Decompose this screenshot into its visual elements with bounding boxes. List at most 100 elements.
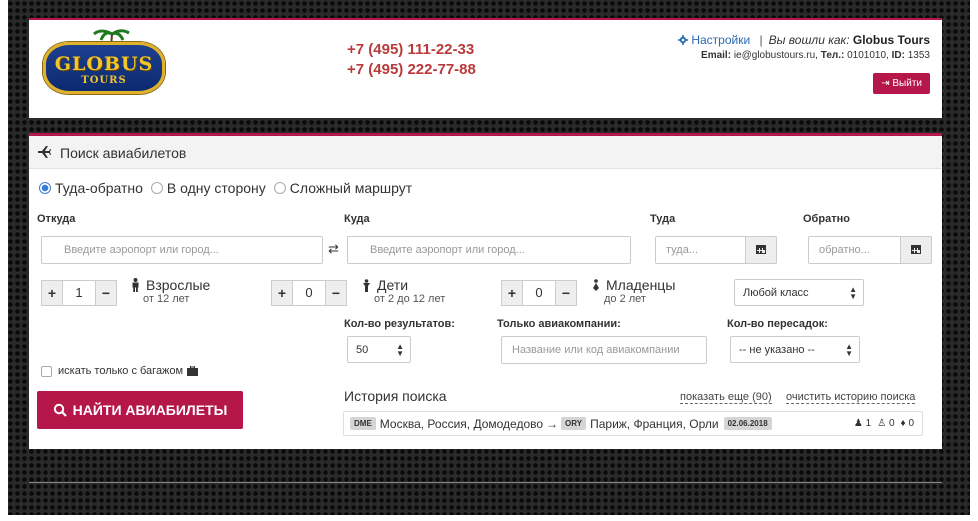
depart-calendar-button[interactable] xyxy=(745,236,777,264)
logout-icon: ⇥ xyxy=(881,78,890,89)
phone-numbers: +7 (495) 111-22-33 +7 (495) 222-77-88 xyxy=(347,40,476,80)
depart-date-input[interactable]: туда... xyxy=(655,236,777,264)
trip-type-label: Туда-обратно xyxy=(55,180,143,196)
to-name: Париж, Франция, Орли xyxy=(590,416,719,431)
infants-decrement-button[interactable]: − xyxy=(555,280,577,306)
history-item[interactable]: DME Москва, Россия, Домодедово → ORY Пар… xyxy=(343,411,923,436)
trip-type-label: В одну сторону xyxy=(166,180,266,196)
logo-title: GLOBUS xyxy=(54,53,154,75)
separator: | xyxy=(759,33,763,47)
children-stepper: + 0 − xyxy=(271,280,347,306)
logout-button[interactable]: ⇥ Выйти xyxy=(873,73,930,94)
baggage-label: искать только с багажом xyxy=(58,365,184,377)
children-increment-button[interactable]: + xyxy=(271,280,293,306)
swap-icon[interactable]: ⇄ xyxy=(328,241,339,257)
logo[interactable]: GLOBUS TOURS xyxy=(39,28,169,102)
trip-type-roundtrip[interactable]: Туда-обратно xyxy=(39,180,143,196)
radio-roundtrip[interactable] xyxy=(39,182,51,194)
airlines-input[interactable]: Название или код авиакомпании xyxy=(501,336,707,364)
frame-bottom xyxy=(0,515,978,521)
gear-icon xyxy=(677,35,688,45)
settings-link[interactable]: Настройки xyxy=(677,33,754,47)
frame-right xyxy=(970,0,978,521)
infants-info: Младенцы до 2 лет xyxy=(592,277,675,305)
search-title: Поиск авиабилетов xyxy=(60,145,187,161)
return-calendar-button[interactable] xyxy=(900,236,932,264)
radio-multicity[interactable] xyxy=(273,182,286,194)
select-arrows-icon: ▲ ▼ xyxy=(849,285,857,301)
adults-age: от 12 лет xyxy=(143,293,190,305)
phone-1: +7 (495) 111-22-33 xyxy=(347,41,475,58)
trip-type-group: Туда-обратно В одну сторону Сложный марш… xyxy=(39,180,420,196)
transfers-value: -- не указано -- xyxy=(739,344,815,356)
trip-type-multicity[interactable]: Сложный маршрут xyxy=(273,180,412,196)
flight-search-panel: Поиск авиабилетов Туда-обратно В одну ст… xyxy=(29,133,942,449)
from-code-badge: DME xyxy=(350,417,376,430)
children-name: Дети xyxy=(362,277,445,293)
results-count-value: 50 xyxy=(356,344,369,356)
infants-increment-button[interactable]: + xyxy=(501,280,523,306)
child-icon xyxy=(363,278,370,292)
account-panel: Настройки | Вы вошли как: Globus Tours Em… xyxy=(677,32,930,94)
infants-age: до 2 лет xyxy=(604,293,646,305)
logout-label: Выйти xyxy=(892,78,922,89)
select-arrows-icon: ▲ ▼ xyxy=(396,342,404,358)
from-input[interactable]: Введите аэропорт или город... xyxy=(41,236,323,264)
results-count-select[interactable]: 50 ▲ ▼ xyxy=(347,336,411,363)
adults-stepper: + 1 − xyxy=(41,280,117,306)
show-more-link[interactable]: показать еще (90) xyxy=(680,391,772,404)
calendar-icon xyxy=(756,245,766,254)
children-count[interactable]: 0 xyxy=(293,280,325,306)
header: GLOBUS TOURS +7 (495) 111-22-33 +7 (495)… xyxy=(29,18,942,118)
clear-history-link[interactable]: очистить историю поиска xyxy=(786,391,916,404)
account-line: Настройки | Вы вошли как: Globus Tours xyxy=(677,32,930,48)
results-label: Кол-во результатов: xyxy=(344,318,455,330)
history-passengers: ♟ 1 ♙ 0 ♦ 0 xyxy=(854,418,914,429)
history-infants-count: 0 xyxy=(908,418,914,429)
history-adults-count: 1 xyxy=(865,418,872,429)
infants-name: Младенцы xyxy=(592,277,675,293)
history-title: История поиска xyxy=(344,388,447,404)
from-name: Москва, Россия, Домодедово xyxy=(379,416,544,431)
class-select[interactable]: Любой класс ▲ ▼ xyxy=(734,279,864,306)
baggage-checkbox[interactable] xyxy=(41,365,52,377)
history-children-count: 0 xyxy=(888,418,895,429)
adults-decrement-button[interactable]: − xyxy=(95,280,117,306)
trip-type-oneway[interactable]: В одну сторону xyxy=(150,180,266,196)
settings-label: Настройки xyxy=(691,33,751,47)
adults-increment-button[interactable]: + xyxy=(41,280,63,306)
find-flights-label: НАЙТИ АВИАБИЛЕТЫ xyxy=(72,402,228,418)
logo-plate: GLOBUS TOURS xyxy=(43,42,165,94)
children-decrement-button[interactable]: − xyxy=(325,280,347,306)
airlines-label: Только авиакомпании: xyxy=(497,318,621,330)
email-label: Email: xyxy=(701,50,732,61)
find-flights-button[interactable]: НАЙТИ АВИАБИЛЕТЫ xyxy=(37,391,243,429)
infants-count[interactable]: 0 xyxy=(523,280,555,306)
adults-count[interactable]: 1 xyxy=(63,280,95,306)
divider xyxy=(29,482,942,483)
phone-2: +7 (495) 222-77-88 xyxy=(347,61,476,78)
search-icon xyxy=(53,403,67,417)
return-date-input[interactable]: обратно... xyxy=(808,236,932,264)
children-info: Дети от 2 до 12 лет xyxy=(362,277,445,305)
transfers-select[interactable]: -- не указано -- ▲ ▼ xyxy=(730,336,860,363)
adults-label: Взрослые xyxy=(146,277,211,293)
date-badge: 02.06.2018 xyxy=(723,417,772,430)
account-name: Globus Tours xyxy=(852,33,930,47)
return-label: Обратно xyxy=(803,213,850,225)
adults-name: Взрослые xyxy=(131,277,210,293)
arrow-right-icon: → xyxy=(546,416,559,431)
to-label: Куда xyxy=(344,213,370,225)
to-input[interactable]: Введите аэропорт или город... xyxy=(347,236,631,264)
id-label: ID: xyxy=(891,50,905,61)
to-code-badge: ORY xyxy=(561,417,587,430)
adults-info: Взрослые от 12 лет xyxy=(131,277,210,305)
plane-icon xyxy=(38,146,51,158)
radio-oneway[interactable] xyxy=(150,182,163,194)
class-select-value: Любой класс xyxy=(743,287,809,299)
child-icon: ♙ xyxy=(877,418,887,429)
baggage-option[interactable]: искать только с багажом xyxy=(41,365,199,377)
infant-icon: ♦ xyxy=(900,418,906,429)
email-value: ie@globustours.ru, xyxy=(733,50,818,61)
account-details: Email: ie@globustours.ru, Тел.: 0101010,… xyxy=(678,48,930,64)
